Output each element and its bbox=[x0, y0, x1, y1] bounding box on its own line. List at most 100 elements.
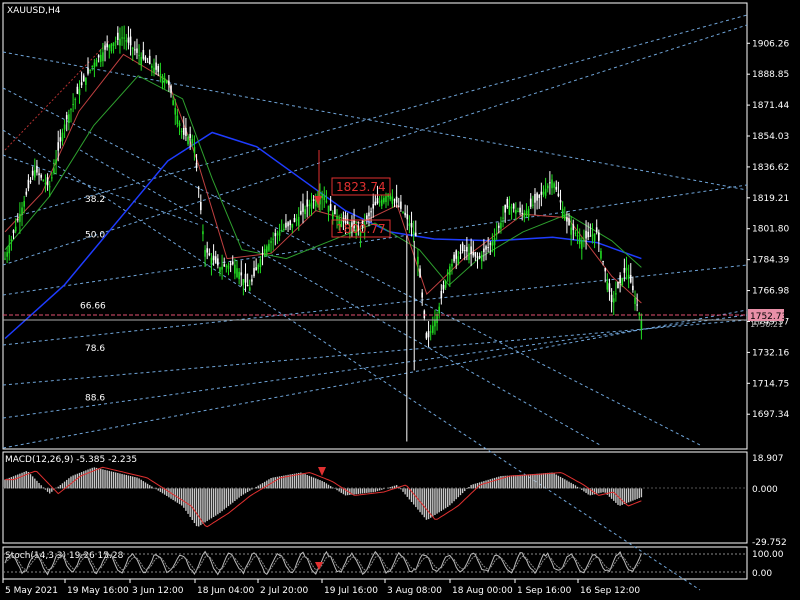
candle-body bbox=[608, 283, 611, 292]
candle-body bbox=[393, 199, 396, 201]
candle-body bbox=[202, 231, 204, 235]
candle-body bbox=[453, 254, 455, 262]
candle-body bbox=[57, 142, 60, 151]
candle-body bbox=[295, 219, 298, 221]
candle-body bbox=[234, 264, 236, 274]
candle-body bbox=[538, 194, 541, 198]
candle-body bbox=[61, 132, 64, 142]
candle-body bbox=[383, 197, 385, 203]
candle-body bbox=[414, 232, 417, 237]
candle-body bbox=[189, 133, 191, 138]
x-tick-label: 18 Aug 00:00 bbox=[452, 586, 513, 596]
candle-body bbox=[457, 256, 460, 264]
candle-body bbox=[151, 65, 153, 68]
candle-body bbox=[625, 267, 628, 271]
candle-body bbox=[487, 247, 489, 249]
candle-body bbox=[546, 185, 549, 189]
candle-body bbox=[506, 199, 509, 208]
stoch-tick-low: 0.00 bbox=[752, 569, 772, 579]
candle-body bbox=[459, 252, 462, 254]
price-chart[interactable]: 38.250.066.6678.688.6 1823.74 1800.77 XA… bbox=[0, 0, 800, 600]
candle-body bbox=[10, 239, 13, 242]
candle-body bbox=[527, 208, 530, 218]
candle-body bbox=[214, 256, 217, 263]
candle-body bbox=[385, 196, 387, 202]
y-tick-label: 1801.80 bbox=[752, 225, 789, 235]
candle-body bbox=[308, 204, 311, 207]
candle-body bbox=[263, 248, 266, 257]
candle-body bbox=[425, 333, 428, 339]
candle-body bbox=[108, 45, 111, 48]
candle-body bbox=[559, 200, 562, 203]
candle-body bbox=[142, 50, 145, 59]
candle-body bbox=[74, 98, 77, 100]
candle-body bbox=[423, 310, 426, 319]
candle-body bbox=[502, 217, 504, 219]
candle-body bbox=[125, 40, 128, 42]
candle-body bbox=[583, 239, 585, 241]
candle-body bbox=[21, 207, 23, 215]
stoch-tick-high: 100.00 bbox=[752, 550, 784, 560]
fib-label: 38.2 bbox=[85, 195, 105, 205]
candle-body bbox=[536, 193, 538, 201]
candle-body bbox=[525, 210, 528, 216]
candle-body bbox=[274, 233, 277, 237]
macd-tick-low: -29.752 bbox=[752, 538, 787, 548]
macd-tick-zero: 0.000 bbox=[752, 485, 778, 495]
candle-body bbox=[542, 191, 545, 195]
candle-body bbox=[87, 67, 89, 74]
candle-body bbox=[140, 56, 143, 65]
candle-body bbox=[72, 104, 74, 106]
candle-body bbox=[129, 36, 132, 46]
candle-body bbox=[255, 267, 257, 271]
candle-body bbox=[134, 49, 136, 51]
candle-body bbox=[291, 223, 294, 228]
candle-body bbox=[623, 267, 626, 273]
candle-body bbox=[200, 201, 202, 211]
candle-body bbox=[615, 293, 617, 295]
candle-body bbox=[587, 231, 589, 238]
candle-body bbox=[585, 230, 587, 239]
candle-body bbox=[521, 212, 524, 214]
candle-body bbox=[374, 201, 377, 206]
candle-body bbox=[440, 291, 443, 299]
candle-body bbox=[553, 183, 555, 188]
candle-body bbox=[476, 256, 479, 258]
candle-body bbox=[227, 265, 230, 269]
candle-body bbox=[231, 261, 234, 265]
candle-body bbox=[114, 41, 117, 43]
y-tick-label: 1697.34 bbox=[752, 410, 789, 420]
candle-body bbox=[246, 284, 249, 287]
candle-body bbox=[472, 252, 475, 256]
candle-body bbox=[31, 170, 34, 176]
candle-body bbox=[640, 320, 643, 330]
candle-body bbox=[208, 253, 211, 256]
candle-body bbox=[593, 233, 596, 241]
candle-body bbox=[23, 201, 25, 207]
x-tick-label: 18 Jun 04:00 bbox=[197, 586, 254, 596]
candle-body bbox=[421, 292, 423, 298]
candle-body bbox=[310, 202, 313, 209]
candle-body bbox=[612, 298, 615, 303]
candle-body bbox=[212, 255, 215, 261]
candle-body bbox=[155, 62, 157, 70]
candle-body bbox=[36, 165, 38, 173]
candle-body bbox=[380, 199, 383, 206]
candle-body bbox=[97, 55, 100, 58]
candle-body bbox=[540, 191, 543, 195]
candle-body bbox=[293, 218, 296, 223]
candle-body bbox=[19, 213, 21, 222]
candle-body bbox=[621, 277, 624, 285]
candle-body bbox=[485, 246, 487, 250]
candle-body bbox=[497, 225, 500, 228]
candle-body bbox=[404, 212, 406, 216]
candle-body bbox=[170, 85, 172, 93]
x-tick-label: 1 Sep 16:00 bbox=[517, 586, 572, 596]
candle-body bbox=[474, 252, 477, 257]
candle-body bbox=[127, 37, 130, 43]
candle-body bbox=[529, 198, 532, 207]
candle-body bbox=[121, 37, 123, 39]
candle-body bbox=[82, 75, 85, 82]
candle-body bbox=[204, 250, 206, 257]
candle-body bbox=[449, 266, 451, 276]
